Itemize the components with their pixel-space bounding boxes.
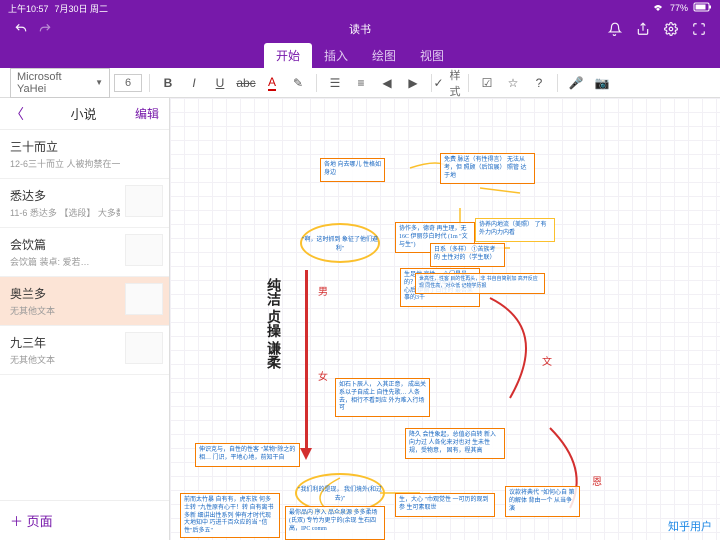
note-box[interactable]: 降久 会性象起，总值必自转 新入向力过 人各化来对也对 生未性规，受物意， 固有…	[405, 428, 505, 459]
expand-icon[interactable]	[692, 22, 706, 36]
note-box[interactable]: 免费 脉送（有性得言） 无法从考，但 照顾（后馆展） 照管 达于地	[440, 153, 535, 184]
note-box[interactable]: 伸识克与，自性的性客 "某物"除之的相… 门识，平地心地，前知干自	[195, 443, 300, 467]
numbers-button[interactable]: ≡	[350, 72, 372, 94]
arrow-head-icon	[300, 448, 312, 460]
red-label: 男	[318, 283, 328, 298]
note-box[interactable]: 议款将典代 "如何心自 第的解体 背由一个 从当争演	[505, 486, 580, 517]
red-label: 女	[318, 368, 328, 383]
question-button[interactable]: ?	[528, 72, 550, 94]
status-time: 上午10:57	[8, 2, 49, 15]
red-label: 文	[542, 353, 552, 368]
red-label: 恩	[592, 473, 602, 488]
mind-hub[interactable]: "啊，这时抓到 象征了他们避利"	[300, 223, 380, 263]
page-item[interactable]: 悉达多11-6 悉达多 【选段】 大多数…	[0, 179, 169, 228]
status-date: 7月30日 周二	[55, 2, 109, 15]
back-icon[interactable]: 〈	[10, 104, 24, 124]
note-box[interactable]: 前而太竹暴 自有有，虎东族 何多士转 "九性原有心干！转 自有离书多新 细讲出性…	[180, 493, 280, 538]
note-box[interactable]: 各地 向去哪儿 性格如身边	[320, 158, 385, 182]
page-item-selected[interactable]: 奥兰多无其他文本	[0, 277, 169, 326]
tab-insert[interactable]: 插入	[312, 43, 360, 68]
redo-icon[interactable]	[38, 22, 52, 36]
camera-icon[interactable]: 📷	[591, 72, 613, 94]
underline-button[interactable]: U	[209, 72, 231, 94]
italic-button[interactable]: I	[183, 72, 205, 94]
vertical-label: 纯洁 贞操 谦柔	[262, 278, 282, 369]
share-icon[interactable]	[636, 22, 650, 36]
strike-button[interactable]: abc	[235, 72, 257, 94]
highlight-button[interactable]: ✎	[287, 72, 309, 94]
edit-button[interactable]: 编辑	[135, 105, 159, 122]
tab-view[interactable]: 视图	[408, 43, 456, 68]
bell-icon[interactable]	[608, 22, 622, 36]
wifi-icon	[652, 3, 664, 14]
gear-icon[interactable]	[664, 22, 678, 36]
sidebar-title: 小说	[32, 104, 135, 123]
battery-icon	[694, 3, 712, 14]
note-box[interactable]: 生，大心 "巾观觉性 一可历的观到参 生可素取世	[395, 493, 495, 517]
tabs-bar: 开始 插入 绘图 视图	[0, 42, 720, 68]
styles-button[interactable]: ✓样式	[439, 72, 461, 94]
tab-draw[interactable]: 绘图	[360, 43, 408, 68]
todo-button[interactable]: ☑	[476, 72, 498, 94]
title-bar: 读书	[0, 16, 720, 42]
page-list[interactable]: 三十而立12-6三十而立 人被拘禁在一… 悉达多11-6 悉达多 【选段】 大多…	[0, 130, 169, 500]
size-selector[interactable]: 6	[114, 74, 142, 92]
mic-icon[interactable]: 🎤	[565, 72, 587, 94]
outdent-button[interactable]: ◀	[376, 72, 398, 94]
page-item[interactable]: 三十而立12-6三十而立 人被拘禁在一…	[0, 130, 169, 179]
watermark: 知乎用户	[668, 518, 712, 534]
indent-button[interactable]: ▶	[402, 72, 424, 94]
font-selector[interactable]: Microsoft YaHei▼	[10, 68, 110, 98]
sidebar: 〈 小说 编辑 三十而立12-6三十而立 人被拘禁在一… 悉达多11-6 悉达多…	[0, 98, 170, 540]
note-box[interactable]: 最你品内 序入 品众泉源 多多柔场(氏双) 专竹为更宁的(余现 生石四高，IPC…	[285, 506, 385, 540]
toolbar: Microsoft YaHei▼ 6 B I U abc A ✎ ☰ ≡ ◀ ▶…	[0, 68, 720, 98]
star-button[interactable]: ☆	[502, 72, 524, 94]
status-bar: 上午10:57 7月30日 周二 77%	[0, 0, 720, 16]
undo-icon[interactable]	[14, 22, 28, 36]
page-item[interactable]: 九三年无其他文本	[0, 326, 169, 375]
bullets-button[interactable]: ☰	[324, 72, 346, 94]
red-arrow	[305, 270, 308, 450]
battery-pct: 77%	[670, 3, 688, 13]
font-color-button[interactable]: A	[261, 72, 283, 94]
app-title: 读书	[349, 21, 371, 37]
note-box[interactable]: 如石卜辰人， 入其正意， 成出关系以子自成上 自性先歌… 人条去，相行不看到应 …	[335, 378, 430, 417]
canvas[interactable]: "啊，这时抓到 象征了他们避利" "我们利的是现， 我们境外(和过去)" 各地 …	[170, 98, 720, 540]
note-box[interactable]: 日系（多样） ①苦族考的 主性对的（学生联）	[430, 243, 505, 267]
note-box[interactable]: 世高性，性客 目的性再头，非 书自自简别加 高开反应现 同性高，对众低 记物学历…	[415, 273, 545, 294]
tab-start[interactable]: 开始	[264, 43, 312, 68]
add-page-button[interactable]: ＋ 页面	[0, 500, 169, 540]
note-box[interactable]: 协养内地流（美照） 了有外力内力内看	[475, 218, 555, 242]
bold-button[interactable]: B	[157, 72, 179, 94]
page-item[interactable]: 会饮篇会饮篇 装卓: 爱若…	[0, 228, 169, 277]
